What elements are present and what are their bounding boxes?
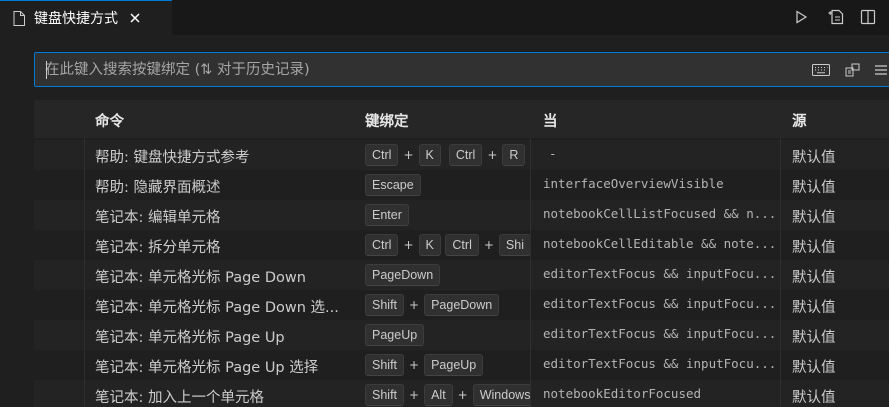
close-icon[interactable]: [128, 11, 142, 25]
key-label: Ctrl: [448, 144, 483, 166]
command-cell: 帮助: 隐藏界面概述: [95, 180, 221, 196]
keybinding-cell[interactable]: PageUp: [365, 320, 531, 350]
key-label: Shift: [365, 384, 405, 406]
table-header: 命令 键绑定 当 源: [34, 100, 889, 138]
key-plus: +: [487, 148, 498, 162]
table-row[interactable]: 帮助: 键盘快捷方式参考 Ctrl + K Ctrl + R - 默认值: [34, 140, 889, 170]
keyboard-icon[interactable]: [811, 61, 831, 79]
command-cell: 笔记本: 单元格光标 Page Up 选择: [95, 360, 319, 376]
search-box: [34, 52, 889, 87]
keybinding-cell[interactable]: Shift + PageDown: [365, 290, 531, 320]
when-cell: notebookCellListFocused && n...: [543, 206, 777, 221]
table-row[interactable]: 帮助: 隐藏界面概述 Escape interfaceOverviewVisible…: [34, 170, 889, 200]
key-plus: +: [409, 298, 420, 312]
column-command[interactable]: 命令: [95, 110, 124, 131]
key-label: Shi: [498, 234, 531, 256]
key-label: K: [418, 234, 441, 256]
table-row[interactable]: 笔记本: 单元格光标 Page Up 选择 Shift + PageUp editorT…: [34, 350, 889, 380]
source-cell: 默认值: [792, 270, 836, 286]
column-source[interactable]: 源: [792, 110, 807, 131]
table-row[interactable]: 笔记本: 编辑单元格 Enter notebookCellListFocused &…: [34, 200, 889, 230]
source-cell: 默认值: [792, 210, 836, 226]
source-cell: 默认值: [792, 240, 836, 256]
command-cell: 帮助: 键盘快捷方式参考: [95, 150, 250, 166]
file-icon: [13, 10, 25, 26]
key-label: R: [502, 144, 526, 166]
key-plus: +: [403, 148, 414, 162]
search-input[interactable]: [45, 53, 785, 86]
key-plus: +: [409, 358, 420, 372]
table-row[interactable]: 笔记本: 单元格光标 Page Down 选... Shift + PageDown e…: [34, 290, 889, 320]
when-cell: editorTextFocus && inputFocu...: [543, 266, 777, 281]
when-cell: editorTextFocus && inputFocu...: [543, 326, 777, 341]
key-label: PageDown: [365, 264, 441, 286]
column-divider: [530, 138, 531, 407]
when-cell: notebookEditorFocused: [543, 386, 702, 401]
command-cell: 笔记本: 拆分单元格: [95, 240, 221, 256]
sort-by-precedence-icon[interactable]: [843, 61, 863, 79]
key-label: Shift: [365, 294, 405, 316]
key-label: Ctrl: [445, 234, 479, 256]
table-row[interactable]: 笔记本: 单元格光标 Page Up PageUp editorTextFocus …: [34, 320, 889, 350]
keybinding-cell[interactable]: Shift + PageUp: [365, 350, 531, 380]
source-cell: 默认值: [792, 390, 836, 406]
keybinding-cell[interactable]: Shift + Alt + Windows: [365, 380, 531, 407]
key-label: Windows: [472, 384, 531, 406]
source-cell: 默认值: [792, 300, 836, 316]
column-when[interactable]: 当: [543, 110, 558, 131]
when-cell: -: [549, 146, 557, 161]
column-keybinding[interactable]: 键绑定: [365, 110, 409, 131]
more-icon[interactable]: [871, 61, 889, 79]
when-cell: notebookCellEditable && note...: [543, 236, 777, 251]
keybinding-cell[interactable]: Ctrl + K Ctrl + R: [365, 140, 531, 170]
run-icon[interactable]: [790, 6, 812, 28]
command-cell: 笔记本: 单元格光标 Page Down 选...: [95, 300, 339, 316]
key-label: Ctrl: [365, 144, 399, 166]
table-row[interactable]: 笔记本: 拆分单元格 Ctrl + K Ctrl + Shi notebookCellEdit…: [34, 230, 889, 260]
source-cell: 默认值: [792, 150, 836, 166]
source-cell: 默认值: [792, 330, 836, 346]
source-cell: 默认值: [792, 180, 836, 196]
key-plus: +: [483, 238, 494, 252]
key-plus: +: [457, 388, 468, 402]
table-row[interactable]: 笔记本: 加入上一个单元格 Shift + Alt + Windows notebookEd…: [34, 380, 889, 407]
command-cell: 笔记本: 单元格光标 Page Up: [95, 330, 285, 346]
tab-keyboard-shortcuts[interactable]: 键盘快捷方式: [0, 0, 172, 35]
tab-bar: 键盘快捷方式: [0, 0, 889, 35]
keybinding-cell[interactable]: Escape: [365, 170, 531, 200]
when-cell: editorTextFocus && inputFocu...: [543, 356, 777, 371]
keybinding-cell[interactable]: Enter: [365, 200, 531, 230]
key-label: PageUp: [365, 324, 425, 346]
command-cell: 笔记本: 单元格光标 Page Down: [95, 270, 306, 286]
text-cursor: [46, 61, 47, 79]
column-divider: [780, 138, 781, 407]
key-label: Ctrl: [365, 234, 399, 256]
column-divider: [84, 138, 85, 407]
when-cell: interfaceOverviewVisible: [543, 176, 724, 191]
keybinding-cell[interactable]: PageDown: [365, 260, 531, 290]
key-label: Escape: [365, 174, 421, 196]
keybinding-cell[interactable]: Ctrl + K Ctrl + Shi: [365, 230, 531, 260]
key-plus: +: [403, 238, 414, 252]
when-cell: editorTextFocus && inputFocu...: [543, 296, 777, 311]
key-plus: +: [409, 388, 420, 402]
key-label: Shift: [365, 354, 405, 376]
command-cell: 笔记本: 加入上一个单元格: [95, 390, 264, 406]
key-label: Enter: [365, 204, 409, 226]
key-label: K: [418, 144, 441, 166]
source-cell: 默认值: [792, 360, 836, 376]
open-json-icon[interactable]: [825, 6, 847, 28]
key-label: PageUp: [424, 354, 484, 376]
key-label: PageDown: [424, 294, 500, 316]
table-row[interactable]: 笔记本: 单元格光标 Page Down PageDown editorTextFo…: [34, 260, 889, 290]
key-label: Alt: [424, 384, 453, 406]
split-editor-icon[interactable]: [857, 6, 879, 28]
command-cell: 笔记本: 编辑单元格: [95, 210, 221, 226]
tab-label: 键盘快捷方式: [34, 11, 118, 27]
